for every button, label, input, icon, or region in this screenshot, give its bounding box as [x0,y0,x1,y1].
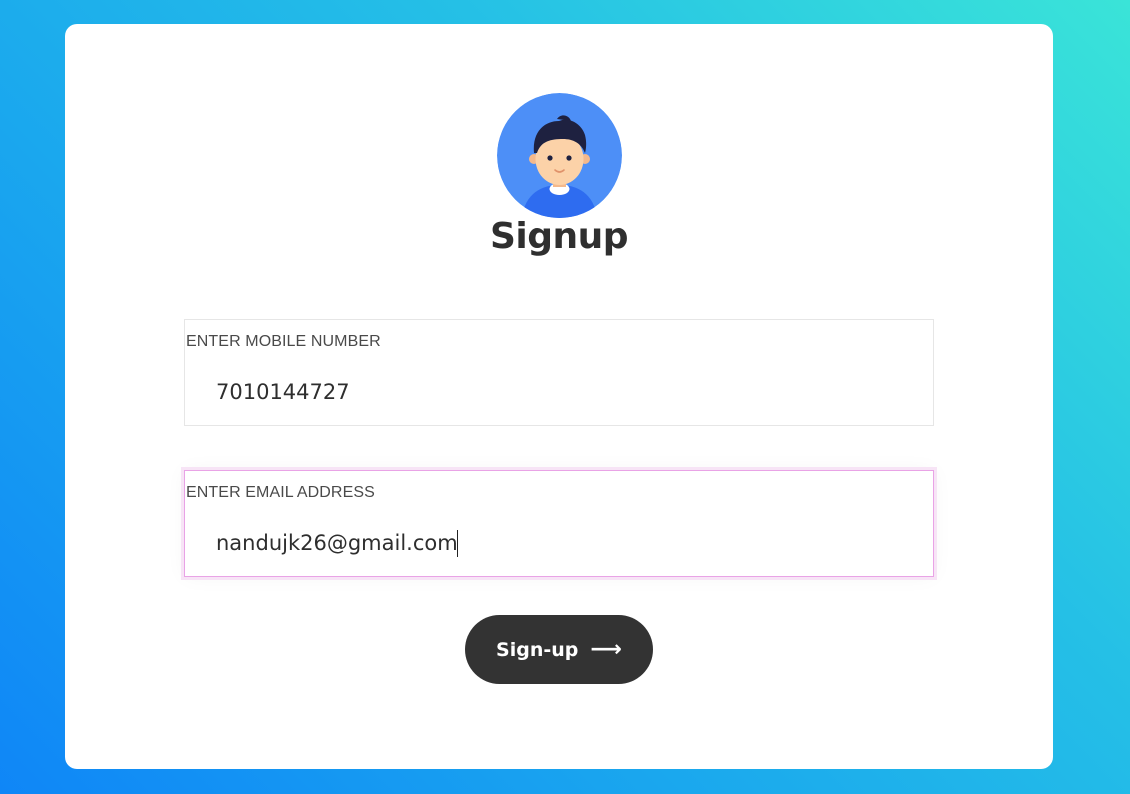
user-avatar-icon [497,93,622,218]
email-address-input[interactable] [216,531,896,555]
signup-card: Signup ENTER MOBILE NUMBER ENTER EMAIL A… [65,24,1053,769]
mobile-number-label: ENTER MOBILE NUMBER [186,333,381,350]
signup-button[interactable]: Sign-up ⟶ [465,615,653,684]
mobile-number-field[interactable]: ENTER MOBILE NUMBER [184,319,934,426]
email-address-field[interactable]: ENTER EMAIL ADDRESS [184,470,934,577]
email-address-label: ENTER EMAIL ADDRESS [186,484,375,501]
mobile-number-input[interactable] [216,380,896,404]
signup-button-label: Sign-up [496,638,579,661]
page-title: Signup [489,216,629,257]
text-caret [457,530,458,557]
arrow-right-icon: ⟶ [590,636,622,662]
